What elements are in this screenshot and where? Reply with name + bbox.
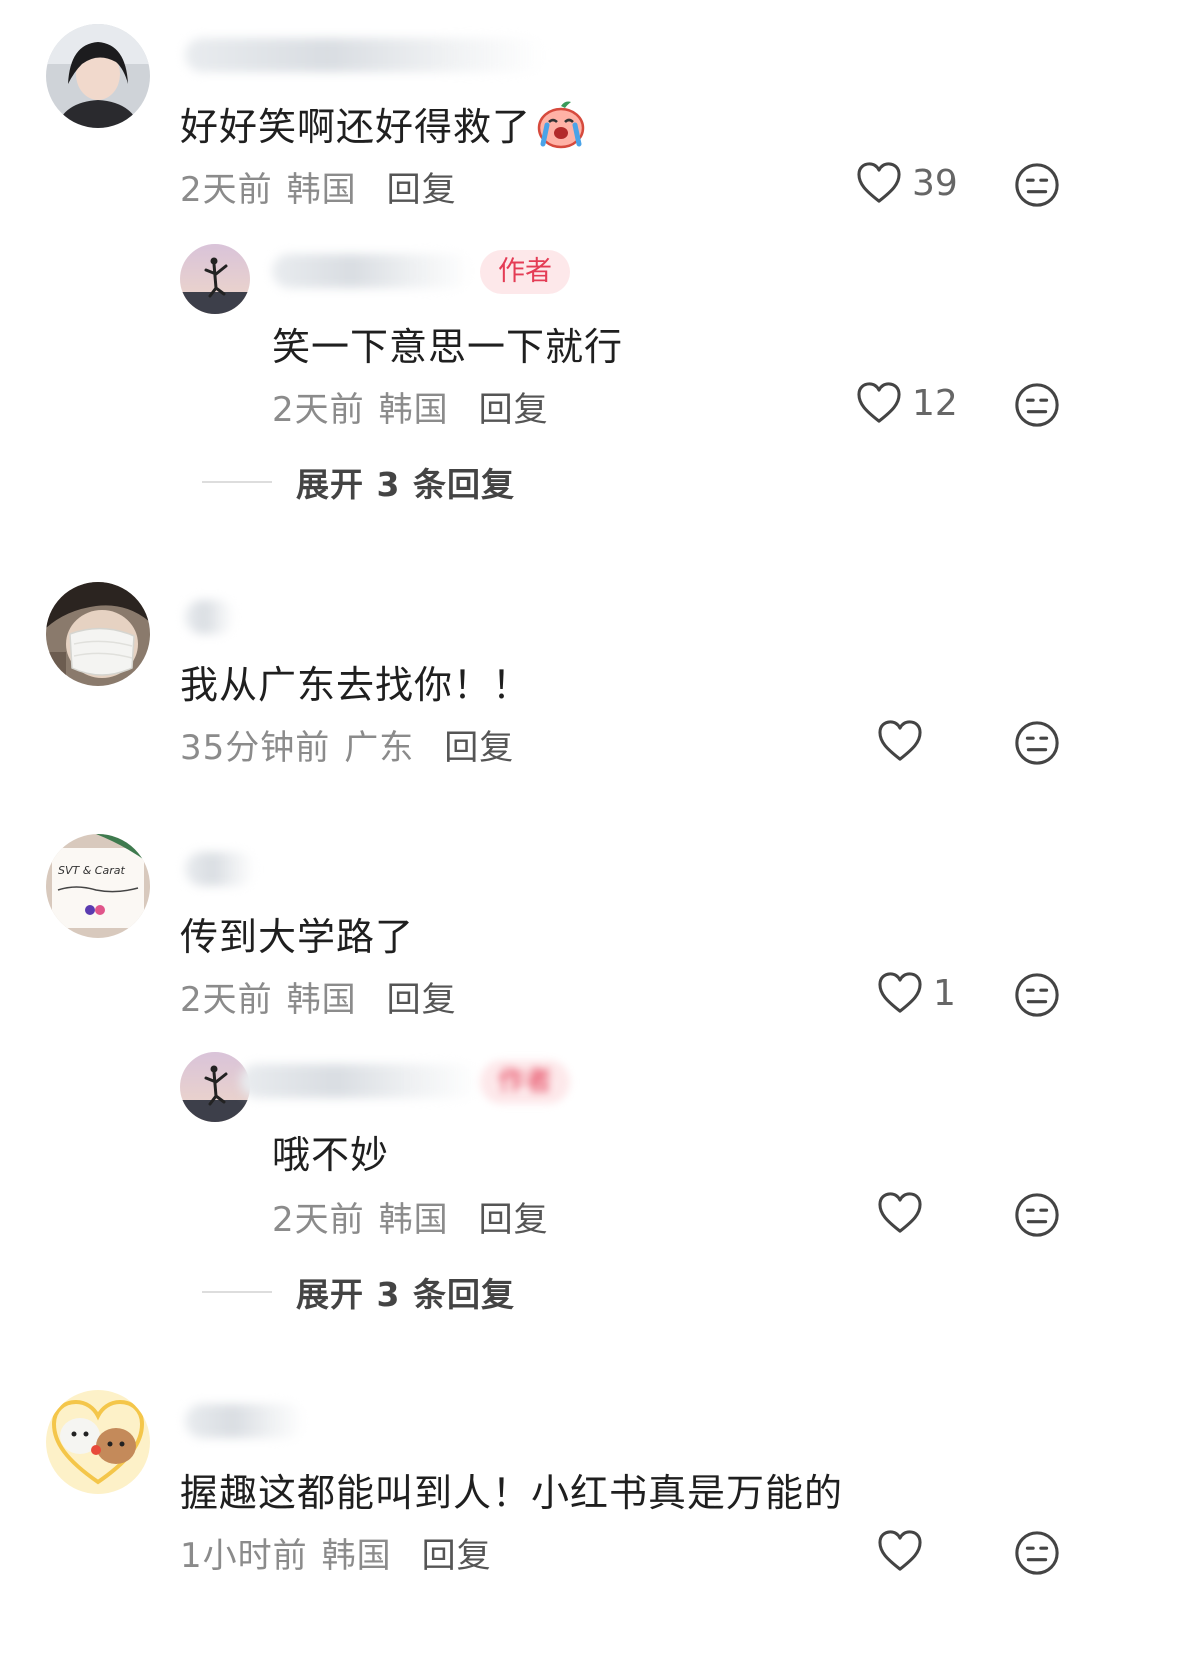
- timestamp: 1小时前: [180, 1536, 308, 1576]
- dislike-button[interactable]: [1014, 720, 1060, 770]
- divider: [202, 1291, 272, 1293]
- like-count: 39: [912, 162, 958, 204]
- username[interactable]: [185, 600, 235, 634]
- avatar[interactable]: [46, 582, 150, 686]
- timestamp: 2天前: [180, 980, 273, 1020]
- location: 韩国: [286, 980, 357, 1020]
- reply-button[interactable]: 回复: [479, 390, 549, 430]
- heart-outline-icon: [877, 1530, 923, 1572]
- avatar[interactable]: [46, 1390, 150, 1494]
- heart-outline-icon: [877, 720, 923, 762]
- avatar[interactable]: [46, 24, 150, 128]
- like-count: 1: [933, 972, 956, 1014]
- timestamp: 2天前: [180, 170, 273, 210]
- heart-outline-icon: [877, 972, 923, 1014]
- like-button[interactable]: [877, 1192, 923, 1234]
- reply-button[interactable]: 回复: [444, 728, 514, 768]
- expand-replies-button[interactable]: 展开 3 条回复: [202, 458, 515, 506]
- location: 广东: [344, 728, 415, 768]
- like-button[interactable]: 1: [877, 972, 956, 1014]
- location: 韩国: [321, 1536, 392, 1576]
- timestamp: 2天前: [272, 1200, 365, 1240]
- comment-text: 握趣这都能叫到人！小红书真是万能的: [180, 1471, 844, 1515]
- reply-meta: 2天前 韩国 回复: [272, 1192, 549, 1241]
- neutral-face-icon: [1014, 720, 1060, 766]
- neutral-face-icon: [1014, 972, 1060, 1018]
- dislike-button[interactable]: [1014, 382, 1060, 432]
- avatar[interactable]: SVT & Carat: [46, 834, 150, 938]
- username[interactable]: [185, 852, 255, 886]
- like-count: 12: [912, 382, 958, 424]
- comment-text: 我从广东去找你！！: [180, 663, 532, 707]
- divider: [202, 481, 272, 483]
- reply-button[interactable]: 回复: [479, 1200, 549, 1240]
- expand-label: 展开 3 条回复: [296, 1275, 515, 1314]
- comment-meta: 2天前 韩国 回复: [180, 162, 457, 211]
- neutral-face-icon: [1014, 162, 1060, 208]
- avatar[interactable]: [180, 244, 250, 314]
- crying-peach-emoji-icon: [535, 100, 587, 159]
- dislike-button[interactable]: [1014, 1192, 1060, 1242]
- username[interactable]: [240, 1064, 480, 1098]
- avatar-note-text: SVT & Carat: [58, 864, 125, 877]
- timestamp: 35分钟前: [180, 728, 331, 768]
- avatar[interactable]: [180, 1052, 250, 1122]
- dislike-button[interactable]: [1014, 162, 1060, 212]
- comment-meta: 2天前 韩国 回复: [180, 972, 457, 1021]
- like-button[interactable]: 39: [856, 162, 958, 204]
- heart-outline-icon: [856, 382, 902, 424]
- username[interactable]: [272, 254, 472, 288]
- username[interactable]: [185, 1404, 305, 1438]
- neutral-face-icon: [1014, 382, 1060, 428]
- comment-meta: 35分钟前 广东 回复: [180, 720, 514, 769]
- heart-outline-icon: [856, 162, 902, 204]
- like-button[interactable]: [877, 720, 923, 762]
- reply-meta: 2天前 韩国 回复: [272, 382, 549, 431]
- reply-button[interactable]: 回复: [387, 170, 457, 210]
- comment-text: 好好笑啊还好得救了: [180, 96, 587, 159]
- timestamp: 2天前: [272, 390, 365, 430]
- reply-text: 笑一下意思一下就行: [272, 325, 624, 369]
- username[interactable]: [185, 38, 545, 72]
- location: 韩国: [378, 1200, 449, 1240]
- like-button[interactable]: 12: [856, 382, 958, 424]
- reply-button[interactable]: 回复: [387, 980, 457, 1020]
- author-badge: 作者: [480, 1060, 570, 1104]
- author-badge: 作者: [480, 250, 570, 294]
- expand-label: 展开 3 条回复: [296, 465, 515, 504]
- like-button[interactable]: [877, 1530, 923, 1572]
- dislike-button[interactable]: [1014, 972, 1060, 1022]
- comment-meta: 1小时前 韩国 回复: [180, 1528, 492, 1577]
- neutral-face-icon: [1014, 1192, 1060, 1238]
- dislike-button[interactable]: [1014, 1530, 1060, 1580]
- neutral-face-icon: [1014, 1530, 1060, 1576]
- reply-button[interactable]: 回复: [422, 1536, 492, 1576]
- comment-text: 传到大学路了: [180, 915, 415, 959]
- location: 韩国: [378, 390, 449, 430]
- location: 韩国: [286, 170, 357, 210]
- expand-replies-button[interactable]: 展开 3 条回复: [202, 1268, 515, 1316]
- heart-outline-icon: [877, 1192, 923, 1234]
- reply-text: 哦不妙: [272, 1133, 390, 1177]
